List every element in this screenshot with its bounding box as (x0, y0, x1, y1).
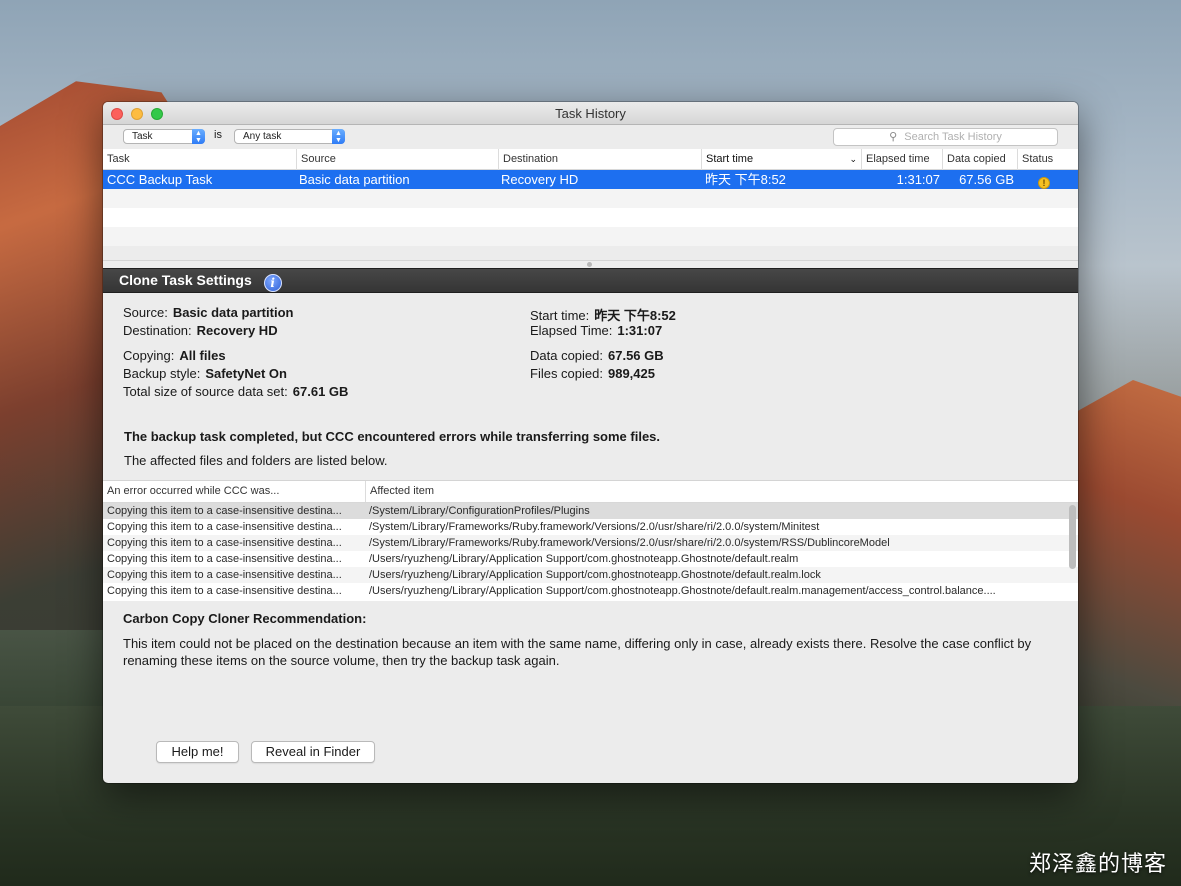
detail-source: Source: Basic data partition (123, 305, 294, 320)
settings-header: Clone Task Settings i (103, 268, 1078, 293)
error-description: Copying this item to a case-insensitive … (107, 585, 342, 597)
column-status[interactable]: Status (1017, 149, 1073, 170)
affected-item: /System/Library/Frameworks/Ruby.framewor… (369, 537, 890, 549)
column-error[interactable]: An error occurred while CCC was... (103, 481, 365, 502)
filter-field-value: Task (132, 131, 153, 142)
error-description: Copying this item to a case-insensitive … (107, 569, 342, 581)
detail-copying: Copying: All files (123, 348, 226, 363)
reveal-in-finder-button[interactable]: Reveal in Finder (251, 741, 375, 763)
task-destination: Recovery HD (501, 172, 579, 187)
recommendation-title: Carbon Copy Cloner Recommendation: (123, 611, 367, 626)
summary-text: The backup task completed, but CCC encou… (124, 429, 661, 444)
detail-destination: Destination: Recovery HD (123, 323, 278, 338)
minimize-button[interactable] (131, 108, 143, 120)
task-start-time: 昨天 下午8:52 (705, 172, 786, 187)
task-name: CCC Backup Task (107, 172, 213, 187)
detail-elapsed-time: Elapsed Time: 1:31:07 (530, 323, 663, 338)
task-data-copied: 67.56 GB (959, 172, 1014, 187)
search-placeholder: Search Task History (904, 131, 1002, 143)
sort-chevron-icon: ⌄ (849, 154, 857, 164)
zoom-button[interactable] (151, 108, 163, 120)
column-start-time[interactable]: Start time ⌄ (701, 149, 861, 170)
recommendation-body: This item could not be placed on the des… (123, 636, 1032, 668)
error-description: Copying this item to a case-insensitive … (107, 553, 342, 565)
watermark: 郑泽鑫的博客 (1028, 851, 1167, 876)
error-description: Copying this item to a case-insensitive … (107, 505, 342, 517)
task-history-window: Task History Task ▲ ▼ is Any task ▲ ▼ ⚲ Se… (103, 102, 1078, 783)
filter-value: Any task (243, 131, 282, 142)
search-icon: ⚲ (889, 131, 898, 143)
task-table: Task Source Destination Start time ⌄ Ela… (103, 149, 1078, 246)
window-title: Task History (555, 106, 626, 121)
summary-detail-text: The affected files and folders are liste… (124, 453, 388, 468)
error-table-header: An error occurred while CCC was... Affec… (103, 481, 1078, 503)
error-row[interactable]: Copying this item to a case-insensitive … (103, 535, 1078, 551)
empty-row (103, 227, 1078, 246)
divider-grip-icon (587, 262, 592, 267)
empty-row (103, 189, 1078, 208)
detail-total-size: Total size of source data set: 67.61 GB (123, 384, 349, 399)
task-elapsed: 1:31:07 (896, 172, 940, 187)
error-row[interactable]: Copying this item to a case-insensitive … (103, 519, 1078, 535)
task-table-header: Task Source Destination Start time ⌄ Ela… (103, 149, 1078, 170)
error-row[interactable]: Copying this item to a case-insensitive … (103, 567, 1078, 583)
popup-stepper-icon: ▲ ▼ (192, 129, 205, 144)
info-icon[interactable]: i (263, 274, 282, 292)
help-button[interactable]: Help me! (156, 741, 239, 763)
error-description: Copying this item to a case-insensitive … (107, 521, 342, 533)
error-table: An error occurred while CCC was... Affec… (103, 480, 1078, 601)
error-description: Copying this item to a case-insensitive … (107, 537, 342, 549)
column-affected-item[interactable]: Affected item (365, 481, 1066, 502)
affected-item: /Users/ryuzheng/Library/Application Supp… (369, 553, 799, 565)
search-input[interactable]: ⚲ Search Task History (833, 128, 1058, 146)
error-row[interactable]: Copying this item to a case-insensitive … (103, 551, 1078, 567)
task-source: Basic data partition (299, 172, 410, 187)
filter-field-popup[interactable]: Task ▲ ▼ (123, 129, 205, 144)
column-source[interactable]: Source (296, 149, 498, 170)
error-row[interactable]: Copying this item to a case-insensitive … (103, 583, 1078, 599)
filter-operator: is (214, 129, 222, 141)
error-table-scrollbar[interactable] (1069, 505, 1076, 569)
column-destination[interactable]: Destination (498, 149, 701, 170)
title-bar: Task History (103, 102, 1078, 125)
detail-backup-style: Backup style: SafetyNet On (123, 366, 287, 381)
close-button[interactable] (111, 108, 123, 120)
affected-item: /Users/ryuzheng/Library/Application Supp… (369, 569, 821, 581)
affected-item: /System/Library/ConfigurationProfiles/Pl… (369, 505, 590, 517)
column-task[interactable]: Task (103, 149, 296, 170)
task-row[interactable]: CCC Backup Task Basic data partition Rec… (103, 170, 1078, 189)
column-start-time-label: Start time (706, 153, 754, 165)
filter-value-popup[interactable]: Any task ▲ ▼ (234, 129, 345, 144)
column-data-copied[interactable]: Data copied (942, 149, 1017, 170)
affected-item: /Users/ryuzheng/Library/Application Supp… (369, 585, 996, 597)
popup-stepper-icon: ▲ ▼ (332, 129, 345, 144)
split-view-divider[interactable] (103, 260, 1078, 268)
column-elapsed-time[interactable]: Elapsed time (861, 149, 942, 170)
affected-item: /System/Library/Frameworks/Ruby.framewor… (369, 521, 820, 533)
error-row[interactable]: Copying this item to a case-insensitive … (103, 503, 1078, 519)
detail-start-time: Start time: 昨天 下午8:52 (530, 308, 676, 323)
window-controls (111, 108, 163, 120)
detail-data-copied: Data copied: 67.56 GB (530, 348, 664, 363)
settings-title: Clone Task Settings (119, 272, 252, 288)
empty-row (103, 208, 1078, 227)
detail-files-copied: Files copied: 989,425 (530, 366, 655, 381)
filter-bar: Task ▲ ▼ is Any task ▲ ▼ ⚲ Search Task His… (103, 125, 1078, 149)
warning-icon: ! (1038, 177, 1050, 189)
task-status: ! (1034, 170, 1050, 189)
